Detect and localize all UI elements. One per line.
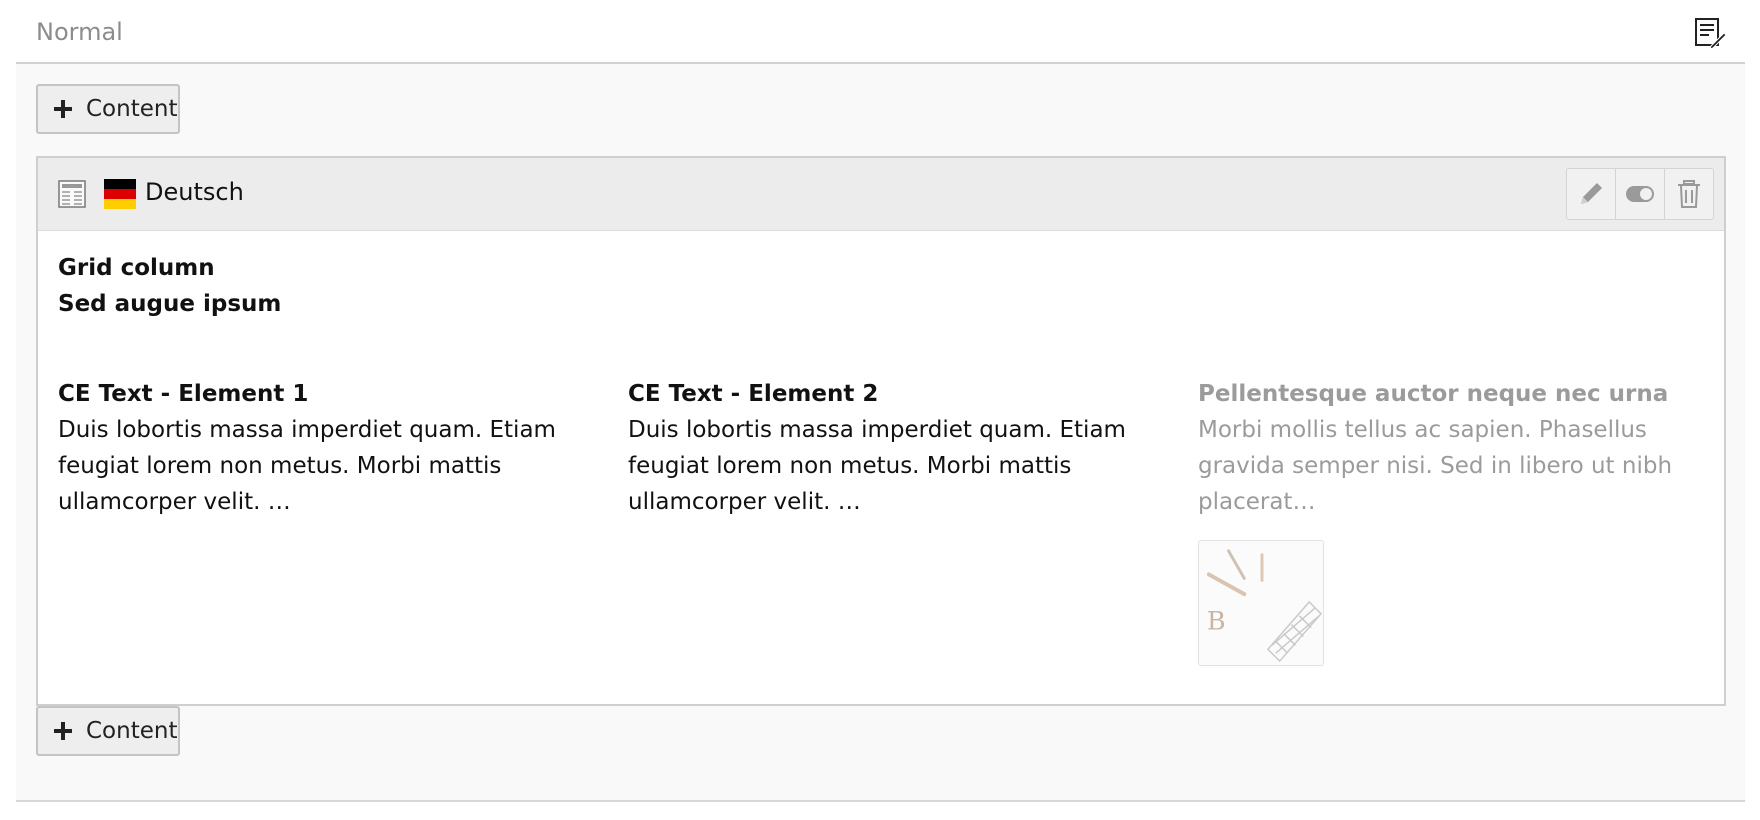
plus-icon bbox=[54, 722, 72, 740]
add-content-button-bottom[interactable]: Content bbox=[36, 706, 180, 756]
add-content-label: Content bbox=[86, 718, 178, 744]
add-content-label: Content bbox=[86, 96, 178, 122]
column-edit-icon[interactable] bbox=[1693, 16, 1727, 50]
content-element-card: Deutsch Grid column Sed augue ipsum CE T… bbox=[36, 156, 1726, 706]
child-title: CE Text - Element 1 bbox=[58, 381, 309, 407]
language-label: Deutsch bbox=[145, 178, 244, 206]
element-header: Deutsch bbox=[38, 158, 1724, 231]
child-text: Duis lobortis massa imperdiet quam. Etia… bbox=[628, 417, 1126, 515]
child-element-2[interactable]: CE Text - Element 2 Duis lobortis massa … bbox=[628, 376, 1128, 520]
child-element-3-hidden[interactable]: Pellentesque auctor neque nec urna Morbi… bbox=[1198, 376, 1708, 666]
toggle-icon bbox=[1626, 186, 1654, 202]
grid-title: Grid column bbox=[58, 255, 215, 281]
child-text: Duis lobortis massa imperdiet quam. Etia… bbox=[58, 417, 556, 515]
svg-text:B: B bbox=[1207, 607, 1226, 637]
column-header: Normal bbox=[16, 0, 1745, 64]
grid-subtitle: Sed augue ipsum bbox=[58, 291, 282, 317]
element-actions bbox=[1566, 168, 1714, 220]
column-title: Normal bbox=[36, 18, 123, 46]
add-content-button-top[interactable]: Content bbox=[36, 84, 180, 134]
content-element-icon[interactable] bbox=[58, 180, 86, 208]
delete-button[interactable] bbox=[1665, 169, 1713, 219]
child-text: Morbi mollis tellus ac sapien. Phasellus… bbox=[1198, 417, 1673, 515]
child-title: Pellentesque auctor neque nec urna bbox=[1198, 381, 1669, 407]
trash-icon bbox=[1678, 180, 1700, 208]
image-thumbnail[interactable]: B bbox=[1198, 540, 1324, 666]
content-column: Normal Content Deutsch Grid column Sed a… bbox=[16, 0, 1745, 802]
plus-icon bbox=[54, 100, 72, 118]
child-element-1[interactable]: CE Text - Element 1 Duis lobortis massa … bbox=[58, 376, 558, 520]
child-title: CE Text - Element 2 bbox=[628, 381, 879, 407]
toggle-visibility-button[interactable] bbox=[1616, 169, 1665, 219]
pencil-icon bbox=[1581, 183, 1602, 204]
image-thumbnail-graphic: B bbox=[1206, 549, 1323, 663]
flag-de-icon bbox=[104, 179, 136, 209]
edit-button[interactable] bbox=[1567, 169, 1616, 219]
element-body: Grid column Sed augue ipsum CE Text - El… bbox=[58, 250, 1708, 666]
